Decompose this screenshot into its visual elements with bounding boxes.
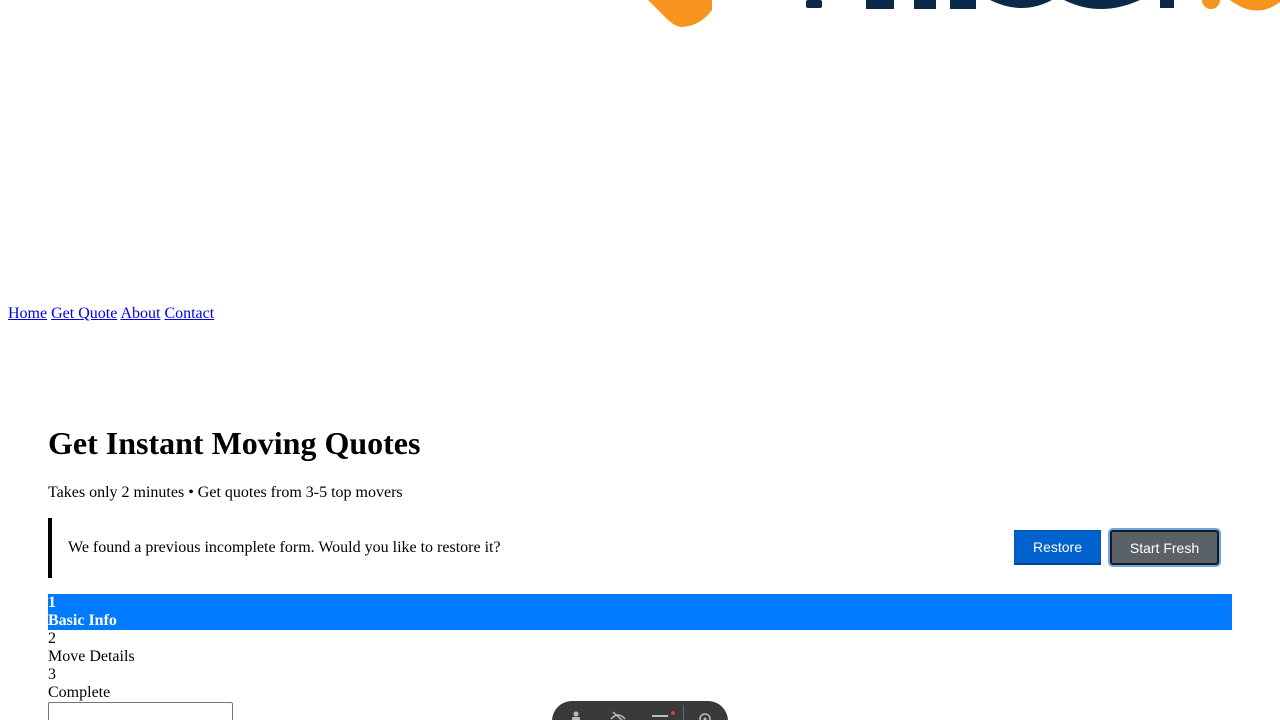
step-number: 2	[48, 630, 56, 647]
accessibility-icon[interactable]	[569, 711, 583, 720]
logo-letter-shape	[1160, 0, 1174, 8]
toolbar-divider	[683, 705, 684, 720]
settings-icon[interactable]	[697, 711, 711, 720]
start-fresh-button[interactable]: Start Fresh	[1110, 530, 1219, 565]
restore-message: We found a previous incomplete form. Wou…	[68, 539, 501, 556]
step-label: Complete	[48, 684, 111, 701]
form-input-field[interactable]	[48, 702, 233, 720]
logo-pin-shape	[648, 0, 712, 27]
site-logo[interactable]	[0, 0, 1280, 30]
floating-toolbar	[552, 701, 728, 720]
logo-letter-shape	[1064, 0, 1140, 9]
notification-dot	[671, 711, 675, 715]
logo-letter-shape	[866, 0, 894, 9]
logo-dot-shape	[1202, 0, 1220, 9]
page-title: Get Instant Moving Quotes	[48, 425, 421, 461]
logo-letter-shape	[1230, 0, 1280, 11]
nav-link-about[interactable]: About	[120, 305, 160, 322]
page-subtitle: Takes only 2 minutes • Get quotes from 3…	[48, 484, 403, 501]
step-number: 3	[48, 666, 56, 683]
logo-letter-shape	[806, 0, 822, 8]
logo-graphic	[648, 0, 1280, 27]
nav-link-home[interactable]: Home	[8, 305, 47, 322]
no-eye-icon[interactable]	[610, 711, 626, 720]
restore-button[interactable]: Restore	[1014, 530, 1101, 565]
logo-letter-shape	[914, 0, 936, 9]
step-number: 1	[48, 594, 56, 611]
nav-link-get-quote[interactable]: Get Quote	[51, 305, 117, 322]
step-complete[interactable]: 3 Complete	[48, 666, 1232, 702]
logo-letter-shape	[990, 0, 1052, 8]
menu-icon[interactable]	[652, 711, 668, 720]
step-basic-info[interactable]: 1 Basic Info	[48, 594, 1232, 630]
main-nav: Home Get Quote About Contact	[8, 305, 214, 323]
restore-form-banner: We found a previous incomplete form. Wou…	[48, 518, 1232, 578]
logo-letter-shape	[950, 0, 976, 9]
step-label: Basic Info	[48, 612, 117, 629]
step-move-details[interactable]: 2 Move Details	[48, 630, 1232, 666]
nav-link-contact[interactable]: Contact	[164, 305, 214, 322]
step-label: Move Details	[48, 648, 135, 665]
